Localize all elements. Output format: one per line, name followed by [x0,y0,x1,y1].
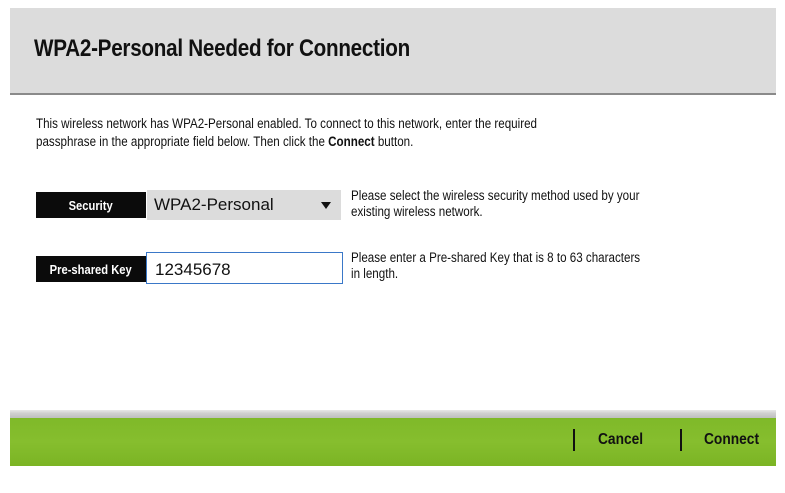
security-selected-value: WPA2-Personal [154,195,274,214]
psk-help: Please enter a Pre-shared Key that is 8 … [351,250,755,282]
cancel-button[interactable]: Cancel [598,431,643,449]
footer-divider-2 [680,429,682,451]
footer-divider-1 [573,429,575,451]
psk-label: Pre-shared Key [36,256,146,282]
dialog-header: WPA2-Personal Needed for Connection [10,8,776,95]
footer-separator [10,410,776,418]
intro-line-2-start: passphrase in the appropriate field belo… [36,134,329,149]
intro-text: This wireless network has WPA2-Personal … [36,115,750,151]
psk-label-text: Pre-shared Key [49,261,133,277]
intro-line-1: This wireless network has WPA2-Personal … [36,116,537,131]
security-help-line-2: existing wireless network. [351,204,483,219]
security-select[interactable]: WPA2-Personal [147,190,341,220]
intro-connect-emphasis: Connect [328,134,375,149]
security-label: Security [36,192,146,218]
dialog-title: WPA2-Personal Needed for Connection [34,35,410,62]
psk-help-line-1: Please enter a Pre-shared Key that is 8 … [351,250,641,265]
dropdown-arrow-icon[interactable] [321,201,331,209]
psk-input[interactable] [146,252,343,284]
intro-line-2: passphrase in the appropriate field belo… [36,133,750,151]
security-help-line-1: Please select the wireless security meth… [351,188,640,203]
security-label-text: Security [68,197,114,213]
intro-line-2-end: button. [374,134,414,149]
psk-help-line-2: in length. [351,266,399,281]
connect-button[interactable]: Connect [704,431,759,449]
security-help: Please select the wireless security meth… [351,188,755,220]
dialog-footer: Cancel Connect [10,418,776,466]
